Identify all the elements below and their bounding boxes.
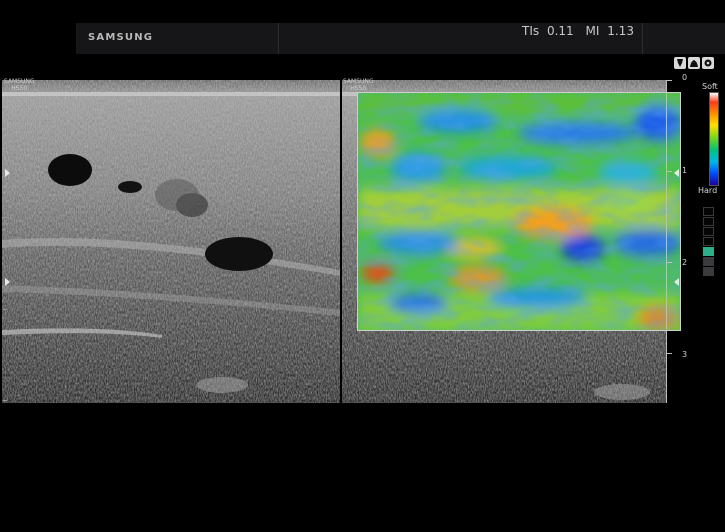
probe-icon[interactable] — [674, 57, 686, 69]
focus-marker-icon[interactable] — [5, 278, 10, 286]
depth-label-1: 1 — [682, 166, 688, 175]
probe-model-label-right: SAMSUNG HS50 — [343, 78, 374, 92]
depth-tick — [666, 353, 672, 354]
depth-tick — [666, 262, 672, 263]
brand-logo: SAMSUNG — [88, 32, 154, 43]
header-divider — [642, 23, 643, 54]
settings-icon[interactable] — [702, 57, 714, 69]
meter-cell — [703, 227, 714, 236]
focus-marker-icon[interactable] — [674, 278, 679, 286]
probe-model-label-left: SAMSUNG HS50 — [4, 78, 35, 92]
focus-marker-icon[interactable] — [674, 169, 679, 177]
meter-cell — [703, 237, 714, 246]
depth-tick — [666, 171, 672, 172]
meter-cell — [703, 267, 714, 276]
tis-label: TIs — [522, 24, 540, 38]
meter-cell — [703, 207, 714, 216]
depth-label-2: 2 — [682, 258, 688, 267]
depth-tick — [666, 80, 672, 81]
mi-label: MI — [585, 24, 600, 38]
depth-label-3: 3 — [682, 350, 688, 359]
edge-tick — [3, 309, 7, 310]
tis-value: 0.11 — [546, 24, 574, 38]
edge-tick — [3, 217, 7, 218]
acoustic-output-readout: TIs 0.11 MI 1.13 — [522, 24, 638, 38]
tool-icon-group — [674, 57, 714, 69]
depth-scale-line — [666, 80, 667, 403]
depth-label-0: 0 — [682, 73, 688, 82]
bmode-image-left[interactable] — [2, 80, 340, 403]
elasticity-colorbar — [709, 92, 719, 186]
colorbar-bottom-label: Hard — [698, 186, 718, 195]
colorbar-top-label: Soft — [702, 82, 718, 91]
meter-cell — [703, 247, 714, 256]
mi-value: 1.13 — [607, 24, 634, 38]
edge-tick — [3, 125, 7, 126]
strain-quality-meter — [703, 207, 714, 277]
edge-tick — [3, 400, 7, 401]
meter-cell — [703, 257, 714, 266]
status-header: SAMSUNG TIs 0.11 MI 1.13 — [76, 23, 725, 54]
hand-icon[interactable] — [688, 57, 700, 69]
elastography-roi[interactable] — [357, 92, 681, 331]
focus-marker-icon[interactable] — [5, 169, 10, 177]
meter-cell — [703, 217, 714, 226]
header-divider — [278, 23, 279, 54]
